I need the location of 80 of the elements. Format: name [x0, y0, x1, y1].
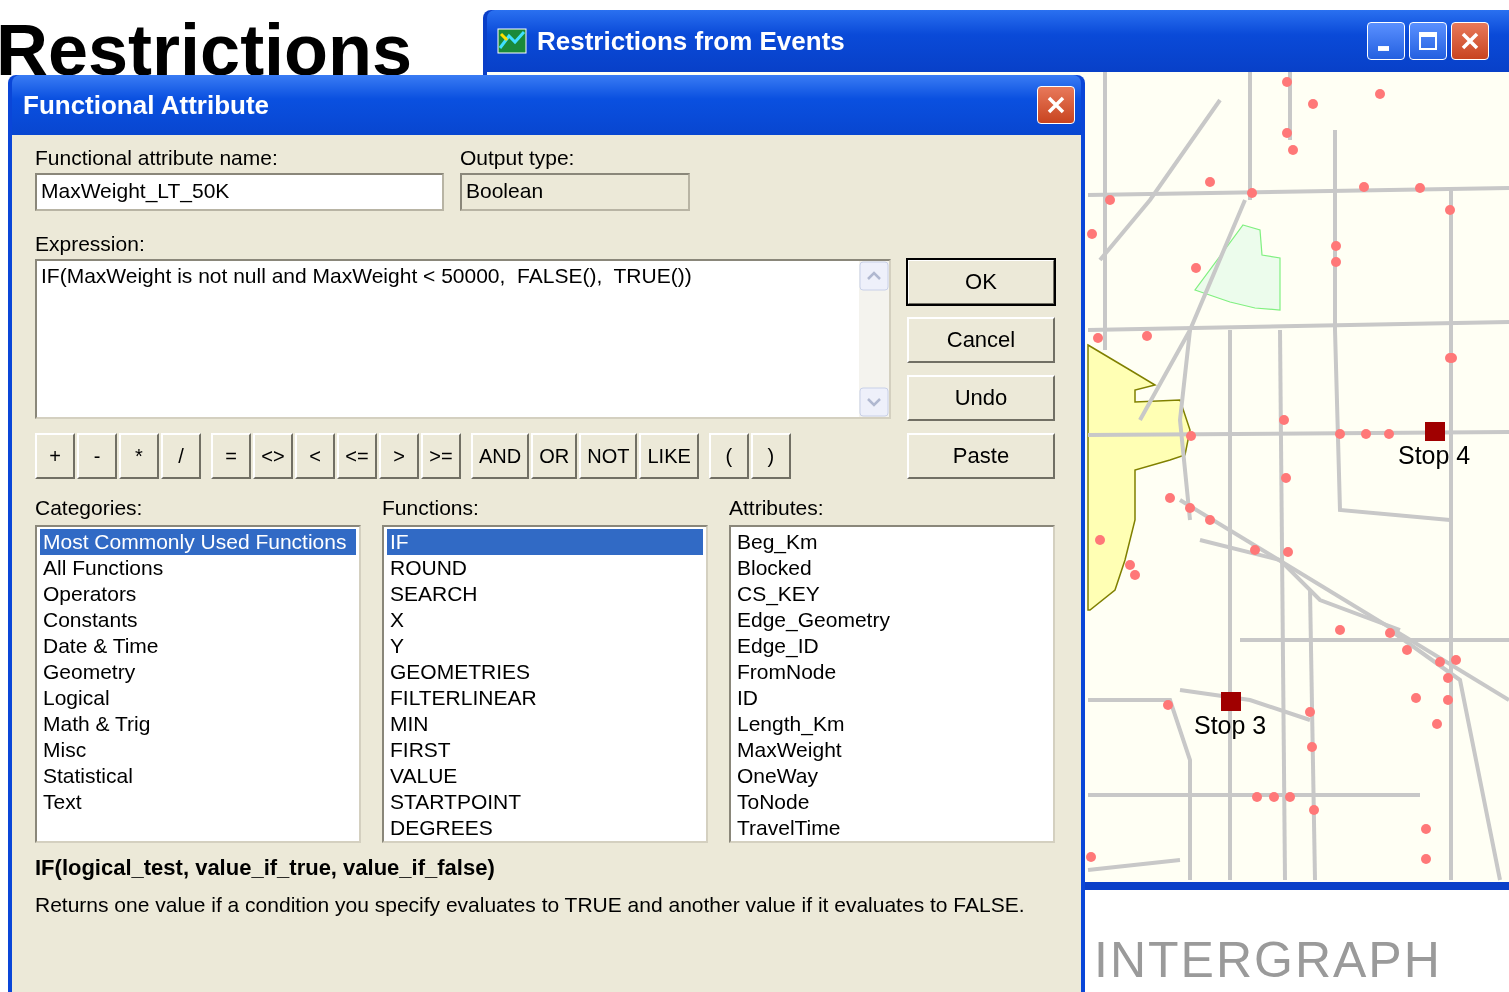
- dialog-button[interactable]: OK: [907, 259, 1055, 305]
- operator-button[interactable]: LIKE: [639, 433, 699, 479]
- list-item[interactable]: Length_Km: [734, 711, 1050, 737]
- slide-title: Restrictions: [0, 14, 413, 86]
- operator-button[interactable]: =: [211, 433, 251, 479]
- stop-marker: [1425, 422, 1445, 441]
- operator-button[interactable]: NOT: [579, 433, 638, 479]
- close-button[interactable]: [1451, 22, 1489, 60]
- operator-button[interactable]: <: [295, 433, 335, 479]
- list-item[interactable]: TravelTime: [734, 815, 1050, 841]
- operator-button[interactable]: -: [77, 433, 117, 479]
- list-item[interactable]: Logical: [40, 685, 356, 711]
- output-type-field: Boolean: [460, 173, 690, 211]
- list-item[interactable]: VALUE: [387, 763, 703, 789]
- operator-button[interactable]: <>: [253, 433, 293, 479]
- field-label: Expression:: [35, 231, 146, 257]
- close-button[interactable]: [1037, 86, 1075, 124]
- operator-button[interactable]: >=: [421, 433, 461, 479]
- list-item[interactable]: Text: [40, 789, 356, 815]
- operator-button[interactable]: >: [379, 433, 419, 479]
- list-item[interactable]: DEGREES: [387, 815, 703, 841]
- maximize-button[interactable]: [1409, 22, 1447, 60]
- window-title: Restrictions from Events: [537, 25, 845, 57]
- list-item[interactable]: Edge_ID: [734, 633, 1050, 659]
- list-label: Categories:: [35, 495, 144, 521]
- list-item[interactable]: FIRST: [387, 737, 703, 763]
- function-description: Returns one value if a condition you specify evaluates to TRUE and another value if it evaluates to FALSE.: [35, 893, 1026, 917]
- list-label: Attributes:: [729, 495, 825, 521]
- list-item[interactable]: All Functions: [40, 555, 356, 581]
- operator-button[interactable]: /: [161, 433, 201, 479]
- list-item[interactable]: Date & Time: [40, 633, 356, 659]
- operator-button[interactable]: ): [750, 433, 791, 479]
- list-item[interactable]: Most Commonly Used Functions: [40, 529, 356, 555]
- list-item[interactable]: Edge_Geometry: [734, 607, 1050, 633]
- list-item[interactable]: Beg_Km: [734, 529, 1050, 555]
- minimize-button[interactable]: [1367, 22, 1405, 60]
- dialog-button[interactable]: Paste: [907, 433, 1055, 479]
- operator-button[interactable]: +: [35, 433, 75, 479]
- minimize-icon: [1377, 45, 1389, 51]
- function-syntax: IF(logical_test, value_if_true, value_if_false): [35, 855, 496, 881]
- list-item[interactable]: Geometry: [40, 659, 356, 685]
- dialog-title: Functional Attribute: [23, 89, 269, 121]
- list-item[interactable]: X: [387, 607, 703, 633]
- operator-button[interactable]: AND: [471, 433, 530, 479]
- list-item[interactable]: FromNode: [734, 659, 1050, 685]
- list-item[interactable]: STARTPOINT: [387, 789, 703, 815]
- field-label: Output type:: [460, 145, 576, 171]
- operator-button[interactable]: <=: [337, 433, 377, 479]
- list-item[interactable]: ID: [734, 685, 1050, 711]
- list-label: Functions:: [382, 495, 480, 521]
- list-item[interactable]: FILTERLINEAR: [387, 685, 703, 711]
- list-item[interactable]: Y: [387, 633, 703, 659]
- list-item[interactable]: OneWay: [734, 763, 1050, 789]
- map-icon: [497, 28, 527, 54]
- list-item[interactable]: Misc: [40, 737, 356, 763]
- list-item[interactable]: ToNode: [734, 789, 1050, 815]
- list-item[interactable]: ROUND: [387, 555, 703, 581]
- logo-text: INTERGRAPH: [1094, 935, 1442, 985]
- map-label: Stop 3: [1194, 711, 1267, 739]
- maximize-icon: [1416, 29, 1440, 53]
- list-item[interactable]: MIN: [387, 711, 703, 737]
- field-label: Functional attribute name:: [35, 145, 279, 171]
- stop-marker: [1221, 692, 1241, 711]
- list-item[interactable]: Constants: [40, 607, 356, 633]
- operator-button[interactable]: (: [708, 433, 749, 479]
- operator-button[interactable]: OR: [531, 433, 578, 479]
- dialog-button[interactable]: Undo: [907, 375, 1055, 421]
- list-item[interactable]: Math & Trig: [40, 711, 356, 737]
- list-item[interactable]: IF: [387, 529, 703, 555]
- list-item[interactable]: GEOMETRIES: [387, 659, 703, 685]
- operator-button[interactable]: *: [119, 433, 159, 479]
- name-field[interactable]: MaxWeight_LT_50K: [35, 173, 444, 211]
- list-item[interactable]: Blocked: [734, 555, 1050, 581]
- list-item[interactable]: Statistical: [40, 763, 356, 789]
- list-item[interactable]: MaxWeight: [734, 737, 1050, 763]
- list-item[interactable]: Operators: [40, 581, 356, 607]
- map-label: Stop 4: [1398, 441, 1471, 469]
- list-item[interactable]: CS_KEY: [734, 581, 1050, 607]
- dialog-button[interactable]: Cancel: [907, 317, 1055, 363]
- list-item[interactable]: SEARCH: [387, 581, 703, 607]
